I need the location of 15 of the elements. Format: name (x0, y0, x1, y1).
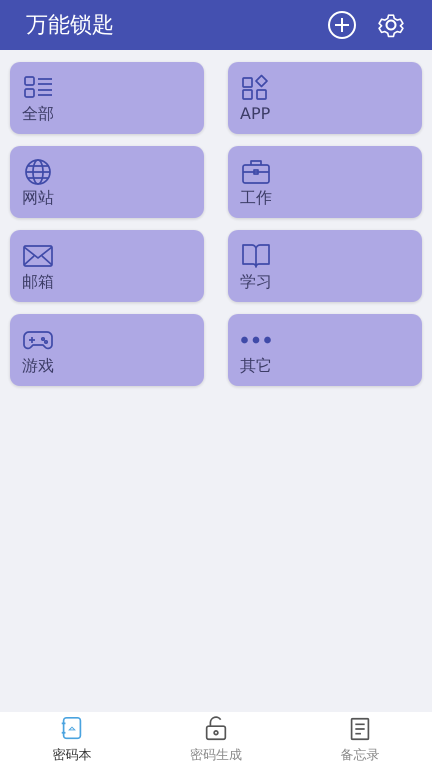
category-card[interactable]: 工作 (228, 146, 422, 218)
category-card[interactable]: 游戏 (10, 314, 204, 386)
category-card[interactable]: 其它 (228, 314, 422, 386)
nav-tab[interactable]: 密码生成 (144, 712, 288, 768)
category-card[interactable]: APP (228, 62, 422, 134)
category-card[interactable]: 邮箱 (10, 230, 204, 302)
nav-tab[interactable]: 密码本 (0, 712, 144, 768)
globe-icon (22, 156, 54, 186)
category-card[interactable]: 学习 (228, 230, 422, 302)
add-icon[interactable] (327, 10, 357, 40)
category-card[interactable]: 网站 (10, 146, 204, 218)
category-card[interactable]: 全部 (10, 62, 204, 134)
nav-tab[interactable]: 备忘录 (288, 712, 432, 768)
more-icon (240, 336, 272, 344)
app-title: 万能锁匙 (26, 12, 115, 40)
